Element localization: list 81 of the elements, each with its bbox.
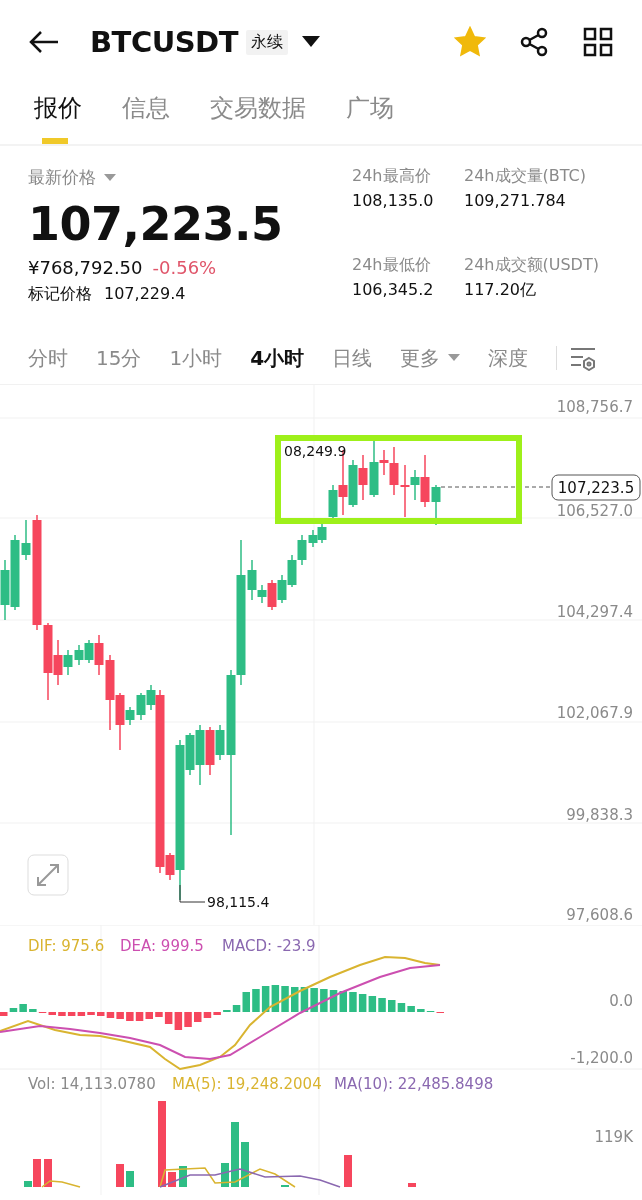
stat-label: 24h成交额(USDT) — [464, 255, 600, 276]
volume-bar — [44, 1159, 52, 1187]
volume-bar — [241, 1142, 249, 1187]
macd-axis-label: 0.0 — [609, 992, 633, 1010]
low-price-marker: 98,115.4 — [207, 894, 270, 910]
ma5-line — [41, 1180, 81, 1188]
interval-tab[interactable]: 4小时 — [250, 344, 305, 372]
perpetual-badge: 永续 — [245, 29, 288, 55]
mark-price-label: 标记价格 — [28, 284, 92, 305]
stat-value: 106,345.2 — [352, 280, 435, 299]
caret-icon[interactable] — [301, 36, 320, 48]
volume-bar — [344, 1155, 352, 1187]
stat-value: 117.20亿 — [464, 280, 537, 301]
last-price-label: 最新价格 — [28, 166, 96, 189]
price-axis-label: 108,756.7 — [556, 398, 633, 416]
fullscreen-button[interactable] — [27, 854, 69, 896]
volume-bar — [221, 1163, 229, 1187]
candlestick — [195, 724, 205, 786]
tab[interactable]: 交易数据 — [204, 84, 312, 144]
candlestick — [348, 459, 358, 508]
macd-legend: MACD: -23.9 — [222, 937, 316, 955]
volume-bar — [116, 1164, 124, 1187]
interval-tab[interactable]: 更多 — [400, 344, 461, 372]
mark-price: 107,229.4 — [104, 284, 186, 305]
caret-icon — [448, 354, 461, 362]
volume-bar — [179, 1166, 187, 1187]
volume-bar — [408, 1183, 416, 1187]
stat-label: 24h最高价 — [352, 166, 432, 187]
candlestick — [205, 726, 215, 776]
last-price: 107,223.5 — [28, 197, 284, 251]
macd-legend: DIF: 975.6 — [28, 937, 105, 955]
candlestick — [358, 454, 368, 501]
interval-tab[interactable]: 15分 — [96, 344, 142, 372]
macd-bar — [358, 994, 367, 1012]
volume-legend: Vol: 14,113.0780 — [28, 1075, 156, 1093]
volume-bar — [126, 1171, 134, 1187]
macd-bar — [368, 996, 377, 1012]
volume-legend: MA(10): 22,485.8498 — [334, 1075, 494, 1093]
macd-bar — [261, 986, 270, 1012]
macd-bar — [329, 990, 338, 1012]
volume-bar — [168, 1172, 176, 1187]
current-price-tag: 107,223.5 — [551, 474, 641, 501]
interval-tab[interactable]: 分时 — [28, 344, 68, 372]
interval-tab[interactable]: 1小时 — [169, 344, 223, 372]
price-change: -0.56% — [152, 257, 217, 278]
tab[interactable]: 报价 — [28, 84, 88, 144]
stat-value: 109,271.784 — [464, 191, 567, 210]
interval-tab[interactable]: 深度 — [488, 344, 529, 372]
high-price-marker: 08,249.9 — [284, 443, 347, 459]
candlestick — [74, 644, 84, 666]
macd-bar — [271, 985, 280, 1012]
volume-axis-label: 119K — [594, 1128, 633, 1146]
macd-axis-label: -1,200.0 — [570, 1049, 633, 1067]
candlestick — [431, 484, 441, 526]
price-axis-label: 104,297.4 — [556, 603, 633, 621]
tab[interactable]: 广场 — [340, 84, 400, 144]
candlestick — [0, 559, 10, 621]
share-icon[interactable] — [518, 26, 550, 58]
price-axis-label: 106,527.0 — [556, 502, 633, 520]
stat-label: 24h最低价 — [352, 255, 432, 276]
volume-legend: MA(5): 19,248.2004 — [172, 1075, 322, 1093]
star-icon[interactable] — [454, 26, 486, 58]
back-arrow-icon[interactable] — [28, 30, 60, 54]
candlestick — [287, 554, 297, 588]
macd-legend: DEA: 999.5 — [120, 937, 204, 955]
stat-label: 24h成交量(BTC) — [464, 166, 587, 187]
leader-line — [179, 884, 206, 903]
macd-bar — [300, 987, 309, 1012]
cny-price: ¥768,792.50 — [28, 257, 143, 278]
volume-bar — [231, 1122, 239, 1187]
price-axis-label: 99,838.3 — [566, 806, 633, 824]
macd-bar — [135, 1012, 144, 1021]
tab[interactable]: 信息 — [116, 84, 176, 144]
stat-value: 108,135.0 — [352, 191, 435, 210]
symbol-title: BTCUSDT — [90, 25, 238, 59]
chart-settings-icon[interactable] — [569, 345, 598, 371]
grid-menu-icon[interactable] — [582, 26, 614, 58]
interval-tab[interactable]: 日线 — [332, 344, 373, 372]
candlestick — [277, 574, 287, 604]
price-axis-label: 97,608.6 — [566, 906, 633, 924]
price-axis-label: 102,067.9 — [556, 704, 633, 722]
